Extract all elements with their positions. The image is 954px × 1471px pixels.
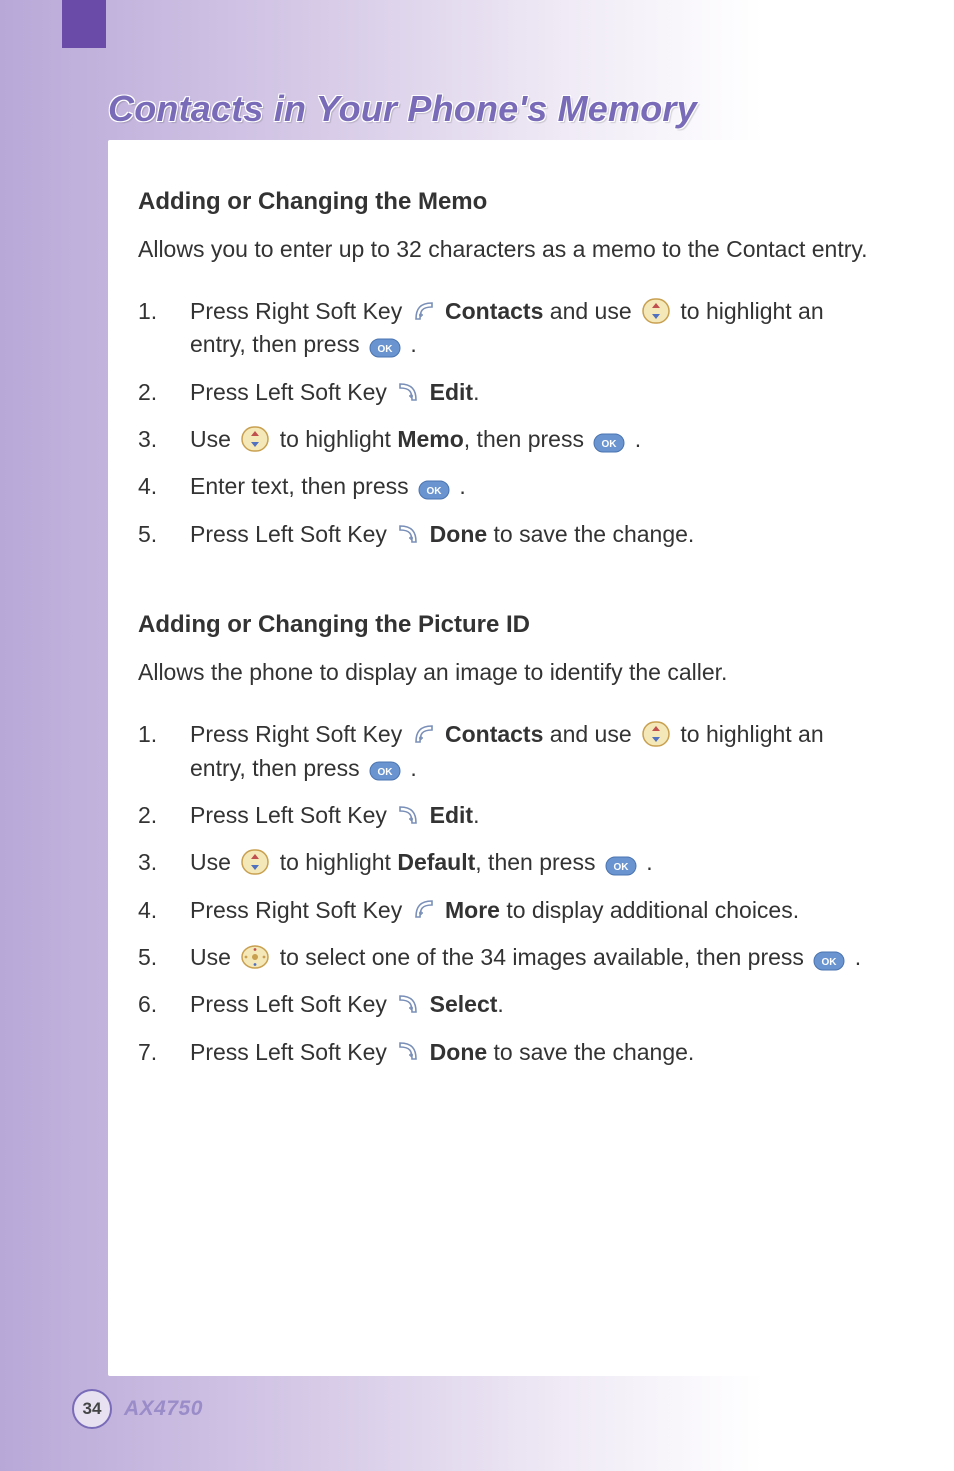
svg-text:OK: OK <box>378 344 394 355</box>
nav-updown-icon <box>240 848 270 876</box>
step-bold: Contacts <box>445 298 543 324</box>
svg-text:OK: OK <box>822 957 838 968</box>
step-item: Press Left Soft Key Done to save the cha… <box>138 1036 869 1069</box>
step-bold: Done <box>430 1039 488 1065</box>
left-softkey-icon <box>396 1039 420 1063</box>
ok-button-icon: OK <box>813 947 845 967</box>
section-heading-pictureid: Adding or Changing the Picture ID <box>138 611 869 639</box>
step-item: Use to select one of the 34 images avail… <box>138 941 869 974</box>
chapter-title: Contacts in Your Phone's Memory <box>108 88 697 130</box>
model-label: AX4750 <box>124 1397 203 1421</box>
left-softkey-icon <box>396 522 420 546</box>
section-intro-memo: Allows you to enter up to 32 characters … <box>138 234 869 265</box>
step-item: Press Left Soft Key Select. <box>138 988 869 1021</box>
step-text: Use <box>190 944 237 970</box>
step-text: to save the change. <box>494 1039 695 1065</box>
ok-button-icon: OK <box>593 429 625 449</box>
ok-button-icon: OK <box>605 852 637 872</box>
right-softkey-icon <box>412 299 436 323</box>
step-bold: Default <box>397 849 475 875</box>
step-bold: Memo <box>397 426 463 452</box>
nav-updown-icon <box>641 297 671 325</box>
svg-text:OK: OK <box>602 439 618 450</box>
step-text: and use <box>550 298 638 324</box>
left-softkey-icon <box>396 803 420 827</box>
step-text: . <box>497 991 503 1017</box>
ok-button-icon: OK <box>369 334 401 354</box>
step-text: . <box>473 379 479 405</box>
step-item: Use to highlight Memo, then press OK . <box>138 423 869 456</box>
step-item: Enter text, then press OK . <box>138 470 869 503</box>
svg-text:OK: OK <box>378 767 394 778</box>
step-text: . <box>410 755 416 781</box>
svg-text:OK: OK <box>427 486 443 497</box>
step-item: Press Left Soft Key Edit. <box>138 376 869 409</box>
step-text: Use <box>190 849 237 875</box>
nav-fourway-icon <box>240 944 270 970</box>
step-text: Enter text, then press <box>190 473 415 499</box>
step-text: Press Right Soft Key <box>190 897 409 923</box>
right-softkey-icon <box>412 897 436 921</box>
step-item: Press Right Soft Key Contacts and use to… <box>138 295 869 362</box>
step-text: . <box>473 802 479 828</box>
step-text: . <box>410 331 416 357</box>
step-text: to highlight <box>280 426 398 452</box>
nav-updown-icon <box>641 720 671 748</box>
step-text: to highlight <box>280 849 398 875</box>
steps-list-pictureid: Press Right Soft Key Contacts and use to… <box>138 718 869 1069</box>
step-item: Press Left Soft Key Edit. <box>138 799 869 832</box>
right-softkey-icon <box>412 722 436 746</box>
step-text: Press Left Soft Key <box>190 1039 393 1065</box>
step-text: Press Right Soft Key <box>190 721 409 747</box>
step-text: and use <box>550 721 638 747</box>
step-text: to display additional choices. <box>506 897 799 923</box>
step-text: to save the change. <box>494 521 695 547</box>
step-text: Press Left Soft Key <box>190 521 393 547</box>
nav-updown-icon <box>240 425 270 453</box>
page-footer: 34 AX4750 <box>72 1389 203 1429</box>
left-softkey-icon <box>396 380 420 404</box>
step-text: Press Left Soft Key <box>190 802 393 828</box>
steps-list-memo: Press Right Soft Key Contacts and use to… <box>138 295 869 551</box>
step-text: to select one of the 34 images available… <box>280 944 811 970</box>
ok-button-icon: OK <box>418 476 450 496</box>
step-text: . <box>646 849 652 875</box>
step-text: . <box>855 944 861 970</box>
section-heading-memo: Adding or Changing the Memo <box>138 188 869 216</box>
step-text: , then press <box>464 426 591 452</box>
step-bold: Select <box>430 991 498 1017</box>
step-text: . <box>635 426 641 452</box>
step-text: , then press <box>475 849 602 875</box>
step-item: Press Right Soft Key Contacts and use to… <box>138 718 869 785</box>
margin-tab <box>62 0 106 48</box>
step-text: . <box>459 473 465 499</box>
step-bold: More <box>445 897 500 923</box>
step-text: Use <box>190 426 237 452</box>
step-bold: Done <box>430 521 488 547</box>
step-item: Press Left Soft Key Done to save the cha… <box>138 518 869 551</box>
step-bold: Edit <box>430 379 473 405</box>
ok-button-icon: OK <box>369 757 401 777</box>
step-bold: Edit <box>430 802 473 828</box>
step-item: Press Right Soft Key More to display add… <box>138 894 869 927</box>
step-text: Press Left Soft Key <box>190 379 393 405</box>
content-area: Adding or Changing the Memo Allows you t… <box>108 140 899 1376</box>
step-text: Press Left Soft Key <box>190 991 393 1017</box>
page-number: 34 <box>72 1389 112 1429</box>
step-item: Use to highlight Default, then press OK … <box>138 846 869 879</box>
step-text: Press Right Soft Key <box>190 298 409 324</box>
left-softkey-icon <box>396 992 420 1016</box>
section-intro-pictureid: Allows the phone to display an image to … <box>138 657 869 688</box>
step-bold: Contacts <box>445 721 543 747</box>
svg-text:OK: OK <box>613 862 629 873</box>
